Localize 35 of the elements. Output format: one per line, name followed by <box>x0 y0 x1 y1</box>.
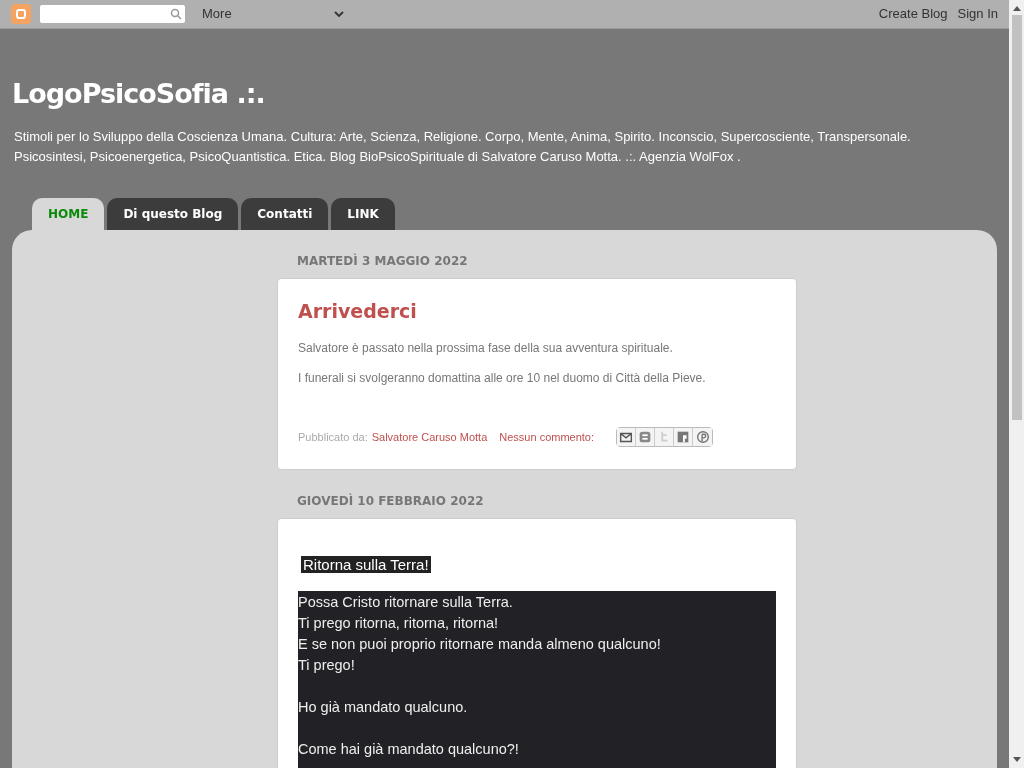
poem-line: Ti prego! <box>298 656 355 675</box>
blogger-logo-icon[interactable] <box>11 4 31 24</box>
email-icon[interactable] <box>617 428 637 446</box>
more-dropdown[interactable]: More <box>202 4 344 24</box>
navbar-link[interactable]: Create Blog <box>878 4 948 24</box>
navbar-link[interactable]: Sign In <box>957 4 998 24</box>
poem-line: Ho già mandato qualcuno. <box>298 698 468 717</box>
post-paragraph: I funerali si svolgeranno domattina alle ore 10 nel duomo di Città della Pieve. <box>298 370 706 387</box>
blog-icon[interactable] <box>636 428 656 446</box>
posted-by-label: Pubblicato da: <box>298 429 368 445</box>
nav-tab[interactable]: HOME <box>32 197 105 230</box>
scroll-down-icon[interactable] <box>1012 757 1021 763</box>
pinterest-icon[interactable] <box>693 428 713 446</box>
chevron-down-icon <box>334 10 344 18</box>
nav-tab[interactable]: Contatti <box>241 197 329 230</box>
author-link[interactable]: Salvatore Caruso Motta <box>371 428 488 446</box>
blog-title[interactable]: LogoPsicoSofia .:. <box>12 74 265 115</box>
post-date: MARTEDÌ 3 MAGGIO 2022 <box>296 252 468 270</box>
poem-line: Possa Cristo ritornare sulla Terra. <box>298 593 513 612</box>
scroll-up-icon[interactable] <box>1012 5 1021 11</box>
blog-description: Stimoli per lo Sviluppo della Coscienza Umana. Cultura: Arte, Scienza, Religione. Corpo, Mente, Anima, Spirito. Inconscio, Supercosciente, Transpersonale. Psicosintesi, Psicoenergetica, PsicoQuantistica. Etica. Blog BioPsicoSpirituale di Salvatore Caruso Motta. .:. Agenzia WolFox . <box>13 127 912 166</box>
nav-tab[interactable]: LINK <box>331 197 395 230</box>
poem-line: Ti prego ritorna, ritorna, ritorna! <box>298 614 499 633</box>
post-date: GIOVEDÌ 10 FEBBRAIO 2022 <box>296 492 484 510</box>
scrollbar[interactable] <box>1009 0 1024 768</box>
nav-tab[interactable]: Di questo Blog <box>107 197 239 230</box>
post-title[interactable]: Arrivederci <box>298 296 417 325</box>
search-field[interactable] <box>40 5 185 23</box>
poem-line: E se non puoi proprio ritornare manda almeno qualcuno! <box>298 635 661 654</box>
post-paragraph: Salvatore è passato nella prossima fase della sua avventura spirituale. <box>298 340 673 357</box>
search-icon[interactable] <box>170 8 182 20</box>
poem-line: Come hai già mandato qualcuno?! <box>298 740 519 759</box>
comments-link[interactable]: Nessun commento: <box>499 428 595 446</box>
post-heading: Ritorna sulla Terra! <box>301 556 431 573</box>
facebook-icon[interactable] <box>674 428 694 446</box>
